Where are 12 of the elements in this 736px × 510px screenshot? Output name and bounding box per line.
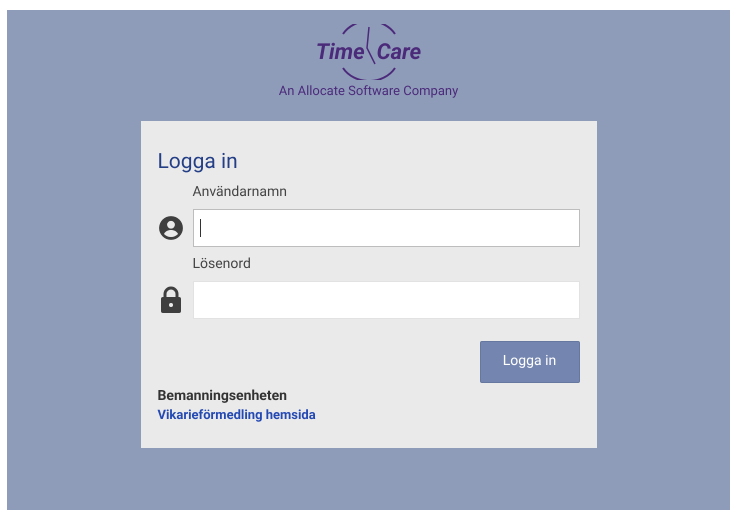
website-link[interactable]: Vikarieförmedling hemsida (158, 406, 316, 424)
lock-icon (160, 286, 182, 314)
login-title: Logga in (158, 148, 239, 174)
tagline: An Allocate Software Company (278, 83, 458, 101)
unit-name: Bemanningsenheten (158, 386, 288, 404)
logo: Time Care (303, 24, 434, 80)
input-field[interactable] (192, 280, 580, 318)
field-label: Lösenord (192, 254, 252, 272)
input-field[interactable] (192, 208, 580, 246)
login-button[interactable]: Logga in (480, 340, 580, 382)
field-label: Användarnamn (192, 182, 288, 200)
user-icon (158, 214, 184, 240)
